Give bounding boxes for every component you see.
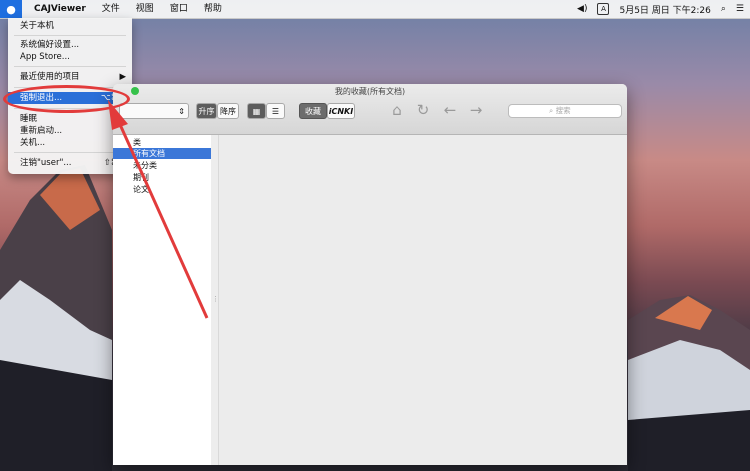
sidebar-item-uncategorized[interactable]: 未分类 [113, 160, 211, 171]
grid-view-icon[interactable]: ▦ [247, 103, 266, 119]
menu-window[interactable]: 窗口 [162, 0, 196, 18]
input-source-icon[interactable]: A [597, 3, 610, 15]
menu-item-app-store[interactable]: App Store... [8, 51, 132, 63]
annotation-circle [3, 85, 130, 113]
menu-bar: ● CAJViewer 文件 视图 窗口 帮助 ◀) A 5月5日 周日 下午2… [0, 0, 750, 19]
chevron-updown-icon: ⇕ [178, 107, 185, 116]
sort-asc-button[interactable]: 升序 [196, 103, 217, 119]
menu-help[interactable]: 帮助 [196, 0, 230, 18]
sidebar-header: 类 [133, 138, 141, 147]
recent-label: 最近使用的项目 [20, 72, 80, 82]
forward-arrow-icon[interactable]: → [467, 101, 485, 119]
refresh-icon[interactable]: ↻ [414, 101, 432, 119]
apple-menu-icon[interactable]: ● [0, 0, 22, 18]
document-list-area[interactable] [219, 135, 627, 465]
sidebar-item-thesis[interactable]: 论文 [113, 184, 211, 195]
category-sidebar: 类 所有文档 未分类 期刊 论文 [113, 135, 212, 465]
cajviewer-window: 我的收藏(所有文档) ⇕ 升序 降序 ▦ ☰ 收藏 iCNKI ⌂ ↻ ← → … [113, 84, 627, 465]
menu-separator [14, 152, 126, 153]
notification-center-icon[interactable]: ☰ [736, 4, 744, 14]
sidebar-item-journal[interactable]: 期刊 [113, 172, 211, 183]
menu-file[interactable]: 文件 [94, 0, 128, 18]
splitter-grip-icon: ⋮ [212, 295, 219, 303]
menu-view[interactable]: 视图 [128, 0, 162, 18]
sort-desc-button[interactable]: 降序 [217, 103, 239, 119]
pane-splitter[interactable]: ⋮ [211, 135, 219, 465]
logout-label: 注销"user"... [20, 158, 72, 168]
list-view-icon[interactable]: ☰ [266, 103, 285, 119]
view-select[interactable]: ⇕ [119, 103, 189, 119]
search-input[interactable]: ⌕ 搜索 [508, 104, 622, 118]
search-icon: ⌕ [549, 106, 556, 115]
volume-icon[interactable]: ◀) [577, 4, 587, 14]
menu-separator [14, 35, 126, 36]
app-menu[interactable]: CAJViewer [22, 0, 94, 18]
window-title: 我的收藏(所有文档) [334, 87, 406, 96]
sidebar-item-all[interactable]: 所有文档 [113, 148, 211, 159]
menu-item-about[interactable]: 关于本机 [8, 20, 132, 32]
window-titlebar: 我的收藏(所有文档) ⇕ 升序 降序 ▦ ☰ 收藏 iCNKI ⌂ ↻ ← → … [113, 84, 627, 135]
menu-separator [14, 66, 126, 67]
menu-item-recent[interactable]: 最近使用的项目 ▶ [8, 71, 132, 83]
submenu-arrow-icon: ▶ [119, 72, 126, 82]
menu-item-prefs[interactable]: 系统偏好设置... [8, 39, 132, 51]
cnki-button[interactable]: iCNKI [327, 103, 355, 119]
collect-button[interactable]: 收藏 [299, 103, 327, 119]
home-icon[interactable]: ⌂ [388, 101, 406, 119]
spotlight-icon[interactable]: ⌕ [721, 4, 726, 14]
back-arrow-icon[interactable]: ← [441, 101, 459, 119]
search-placeholder: 搜索 [555, 106, 571, 115]
clock[interactable]: 5月5日 周日 下午2:26 [619, 3, 710, 16]
